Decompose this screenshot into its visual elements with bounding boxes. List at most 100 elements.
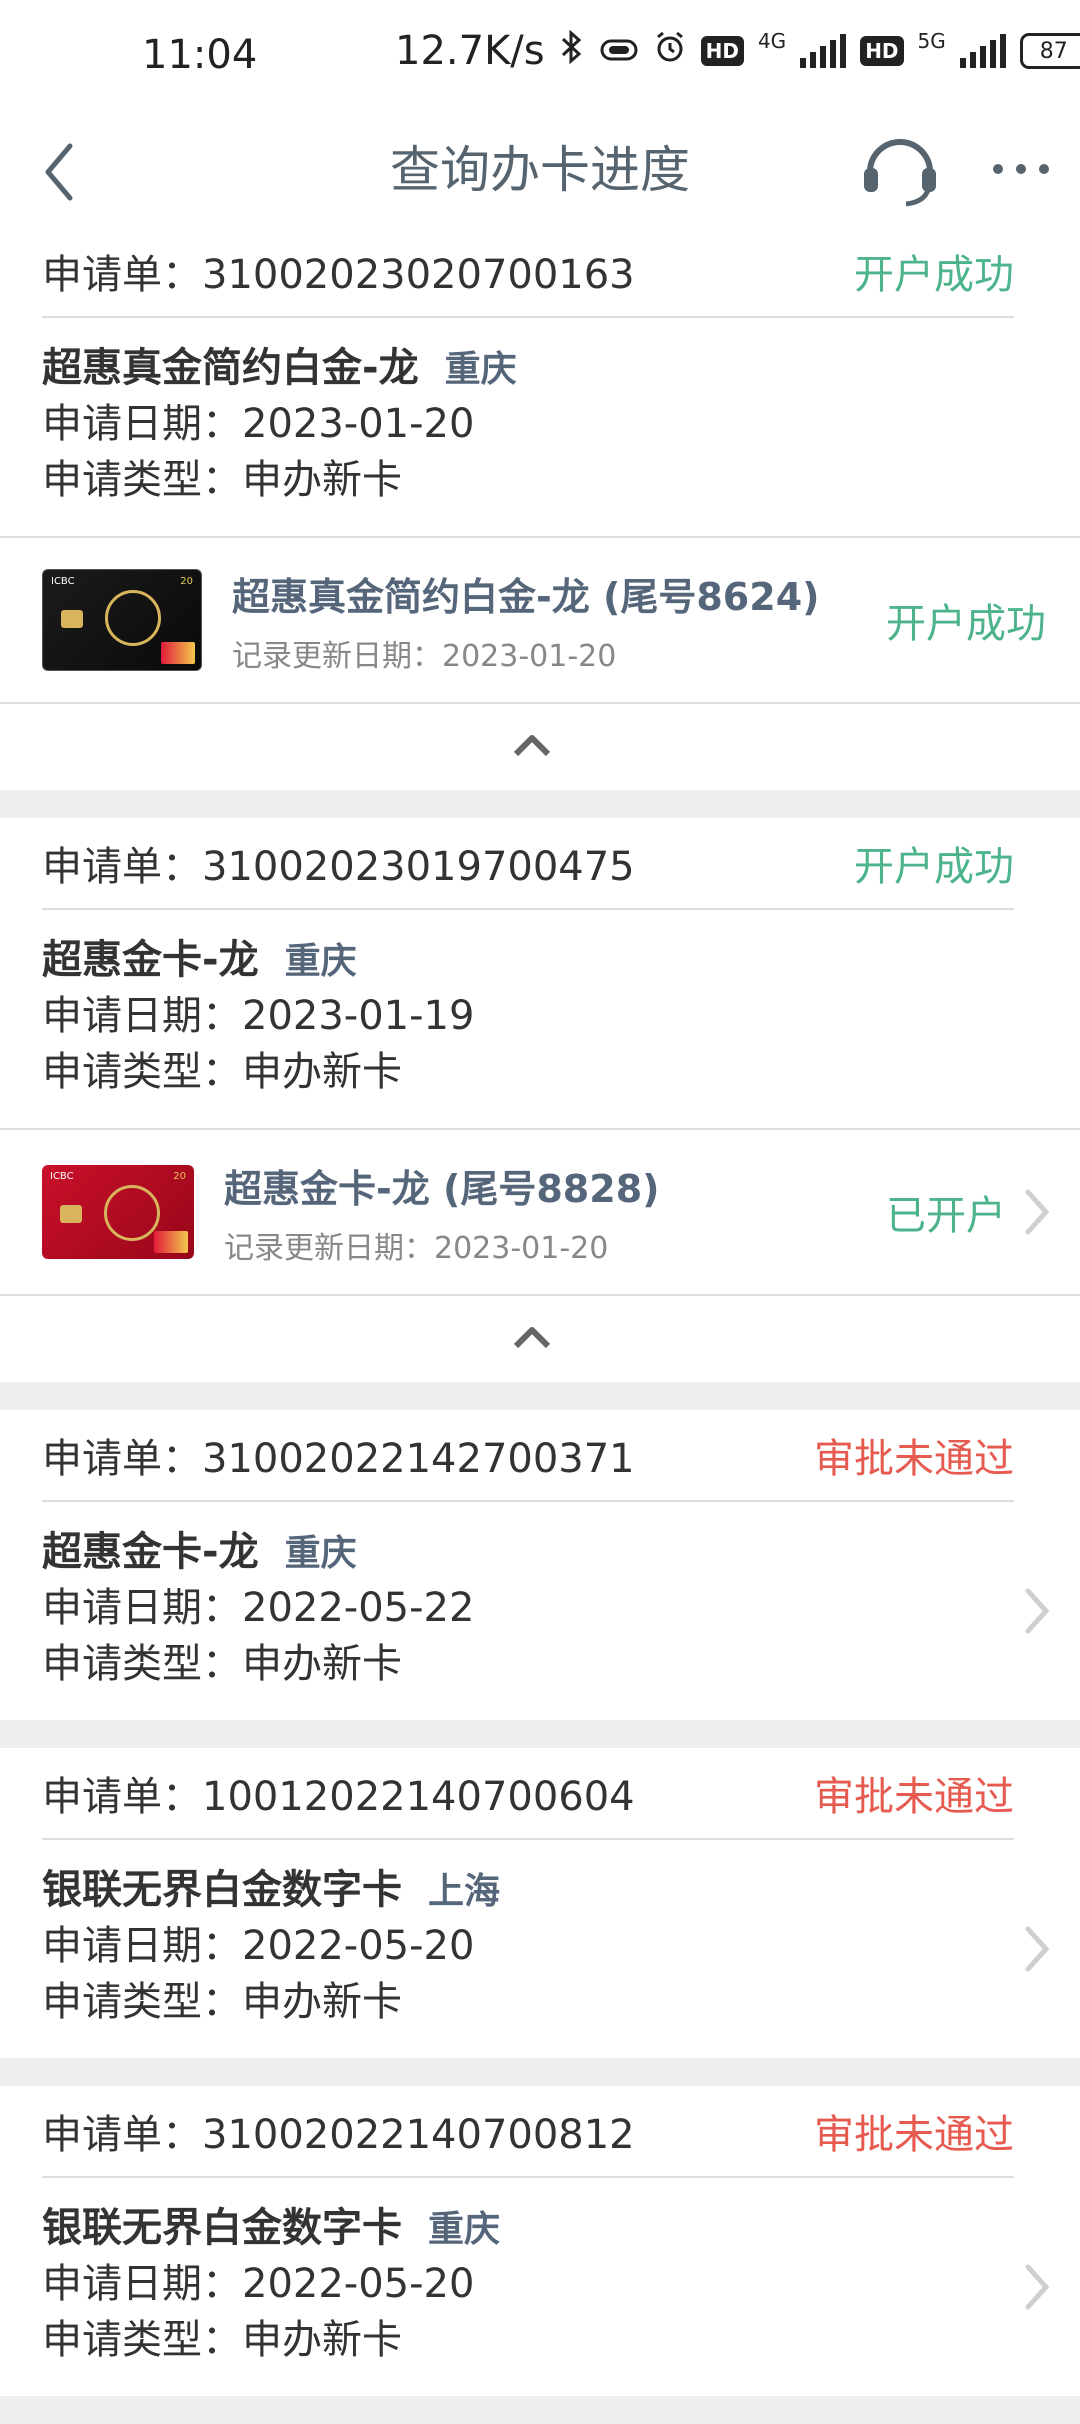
region-label: 重庆 [284, 941, 357, 982]
application-card[interactable]: 申请单：31002022142700371 审批未通过 超惠金卡-龙 重庆 申请日… [0, 1410, 1080, 1720]
status-bar: 11:04 12.7K/s HD 4G HD 5G 87 [0, 0, 1080, 118]
product-line: 超惠金卡-龙 重庆 [42, 932, 1038, 988]
application-number: 申请单：31002022140700812 [42, 2112, 635, 2158]
network-type-2: 5G [917, 29, 946, 53]
product-name: 超惠金卡-龙 [42, 1529, 259, 1575]
chevron-right-icon [1025, 1588, 1050, 1634]
card-image: ICBC 20 [42, 1165, 194, 1259]
vibrate-icon [599, 28, 639, 74]
card-updated: 记录更新日期：2023-01-20 [224, 1230, 609, 1266]
unionpay-icon [161, 642, 195, 664]
apply-date: 申请日期：2022-05-22 [42, 1585, 475, 1631]
customer-service-button[interactable] [858, 126, 942, 210]
chevron-up-icon [513, 1327, 551, 1349]
headset-icon [864, 139, 936, 207]
card-text: 超惠真金简约白金-龙 (尾号8624) 记录更新日期：2023-01-20 [232, 566, 886, 675]
status-icons: 12.7K/s HD 4G HD 5G 87 [395, 28, 1080, 74]
product-name: 超惠金卡-龙 [42, 937, 259, 983]
application-status: 开户成功 [854, 844, 1014, 890]
region-label: 重庆 [284, 1533, 357, 1574]
battery-icon: 87 [1019, 33, 1080, 69]
region-label: 重庆 [444, 349, 517, 390]
network-type-1: 4G [757, 29, 787, 53]
product-name: 超惠真金简约白金-龙 [42, 345, 419, 391]
card-name: 超惠金卡-龙 (尾号8828) [224, 1166, 660, 1211]
apply-date: 申请日期：2023-01-19 [42, 993, 475, 1039]
more-dots-icon [993, 164, 1049, 174]
product-line: 银联无界白金数字卡 重庆 [42, 2200, 1038, 2256]
region-label: 重庆 [428, 2209, 501, 2250]
card-mark-icon: 20 [180, 576, 193, 587]
dragon-emblem-icon [105, 590, 161, 646]
chevron-up-icon [513, 735, 551, 757]
apply-type: 申请类型：申办新卡 [42, 1979, 402, 2025]
card-name: 超惠真金简约白金-龙 (尾号8624) [232, 574, 820, 619]
application-status: 审批未通过 [814, 1774, 1014, 1820]
bluetooth-icon [559, 28, 585, 74]
apply-type: 申请类型：申办新卡 [42, 457, 402, 503]
application-number: 申请单：31002023020700163 [42, 252, 635, 298]
application-header: 申请单：31002022140700812 审批未通过 [42, 2086, 1014, 2178]
region-label: 上海 [428, 1871, 501, 1912]
chevron-right-icon [1025, 2264, 1050, 2310]
application-status: 开户成功 [854, 252, 1014, 298]
application-header: 申请单：31002023019700475 开户成功 [42, 818, 1014, 910]
apply-type: 申请类型：申办新卡 [42, 1641, 402, 1687]
bank-logo-icon: ICBC [50, 1171, 74, 1182]
network-speed: 12.7K/s [395, 28, 545, 74]
card-text: 超惠金卡-龙 (尾号8828) 记录更新日期：2023-01-20 [224, 1158, 886, 1267]
chevron-right-icon [1025, 1926, 1050, 1972]
more-button[interactable] [990, 154, 1052, 184]
card-status: 开户成功 [886, 601, 1046, 647]
apply-date: 申请日期：2023-01-20 [42, 401, 475, 447]
status-time: 11:04 [142, 32, 258, 78]
application-status: 审批未通过 [814, 1436, 1014, 1482]
application-card[interactable]: 申请单：10012022140700604 审批未通过 银联无界白金数字卡 上海 … [0, 1748, 1080, 2058]
dragon-emblem-icon [104, 1185, 160, 1241]
hd-badge: HD [700, 36, 744, 66]
application-card: 申请单：31002023020700163 开户成功 超惠真金简约白金-龙 重庆 … [0, 226, 1080, 790]
product-line: 超惠金卡-龙 重庆 [42, 1524, 1038, 1580]
apply-type: 申请类型：申办新卡 [42, 2317, 402, 2363]
product-name: 银联无界白金数字卡 [42, 1867, 402, 1913]
application-info: 超惠真金简约白金-龙 重庆 申请日期：2023-01-20 申请类型：申办新卡 [0, 318, 1080, 536]
application-number: 申请单：31002023019700475 [42, 844, 635, 890]
application-header: 申请单：31002023020700163 开户成功 [42, 226, 1014, 318]
bank-logo-icon: ICBC [51, 576, 75, 587]
application-header: 申请单：10012022140700604 审批未通过 [42, 1748, 1014, 1840]
product-line: 超惠真金简约白金-龙 重庆 [42, 340, 1038, 396]
application-number: 申请单：10012022140700604 [42, 1774, 635, 1820]
card-updated: 记录更新日期：2023-01-20 [232, 638, 617, 674]
application-info: 银联无界白金数字卡 上海 申请日期：2022-05-20 申请类型：申办新卡 [0, 1840, 1080, 2058]
unionpay-icon [154, 1231, 188, 1253]
application-list: 申请单：31002023020700163 开户成功 超惠真金简约白金-龙 重庆 … [0, 226, 1080, 2424]
chip-icon [60, 1205, 82, 1223]
alarm-icon [653, 28, 687, 74]
application-number: 申请单：31002022142700371 [42, 1436, 635, 1482]
apply-date: 申请日期：2022-05-20 [42, 2261, 475, 2307]
application-info: 银联无界白金数字卡 重庆 申请日期：2022-05-20 申请类型：申办新卡 [0, 2178, 1080, 2396]
nav-bar: 查询办卡进度 [0, 118, 1080, 228]
collapse-button[interactable] [0, 1296, 1080, 1382]
application-info: 超惠金卡-龙 重庆 申请日期：2023-01-19 申请类型：申办新卡 [0, 910, 1080, 1128]
collapse-button[interactable] [0, 704, 1080, 790]
chevron-right-icon [1025, 1189, 1050, 1235]
signal-icon-2 [959, 34, 1006, 68]
application-status: 审批未通过 [814, 2112, 1014, 2158]
signal-icon [800, 34, 847, 68]
card-mark-icon: 20 [173, 1171, 186, 1182]
apply-type: 申请类型：申办新卡 [42, 1049, 402, 1095]
hd-badge-2: HD [860, 36, 904, 66]
application-card: 申请单：31002023019700475 开户成功 超惠金卡-龙 重庆 申请日期… [0, 818, 1080, 1382]
issued-card-row[interactable]: ICBC 20 超惠真金简约白金-龙 (尾号8624) 记录更新日期：2023-… [0, 536, 1080, 704]
card-status: 已开户 [886, 1193, 1006, 1239]
application-header: 申请单：31002022142700371 审批未通过 [42, 1410, 1014, 1502]
application-info: 超惠金卡-龙 重庆 申请日期：2022-05-22 申请类型：申办新卡 [0, 1502, 1080, 1720]
card-image: ICBC 20 [42, 569, 202, 671]
chip-icon [61, 610, 83, 628]
apply-date: 申请日期：2022-05-20 [42, 1923, 475, 1969]
issued-card-row[interactable]: ICBC 20 超惠金卡-龙 (尾号8828) 记录更新日期：2023-01-2… [0, 1128, 1080, 1296]
product-name: 银联无界白金数字卡 [42, 2205, 402, 2251]
application-card[interactable]: 申请单：31002022140700812 审批未通过 银联无界白金数字卡 重庆 … [0, 2086, 1080, 2396]
product-line: 银联无界白金数字卡 上海 [42, 1862, 1038, 1918]
